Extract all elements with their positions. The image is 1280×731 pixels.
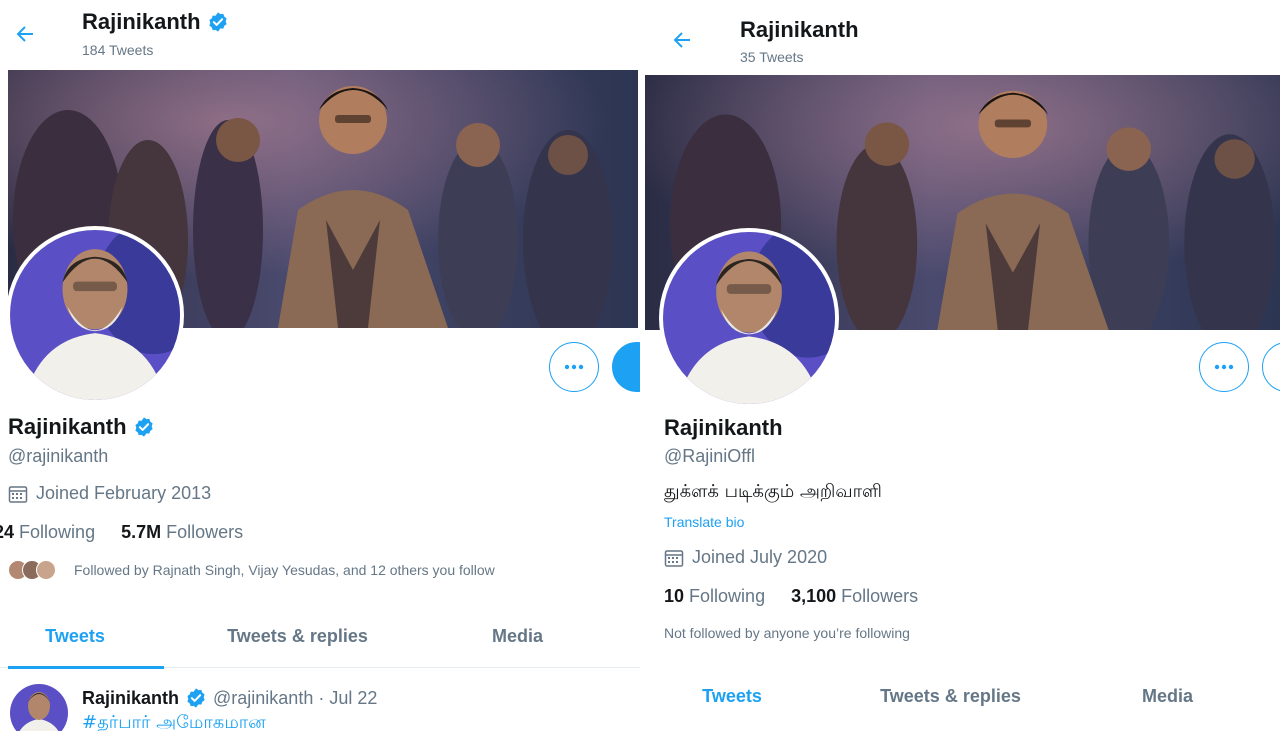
tab-tweets[interactable]: Tweets — [10, 626, 140, 647]
avatar-image — [10, 230, 180, 400]
tab-tweets-and-replies[interactable]: Tweets & replies — [863, 686, 1038, 707]
tweet-author-name[interactable]: Rajinikanth — [82, 688, 179, 709]
profile-header-bar: Rajinikanth 184 Tweets — [0, 0, 640, 70]
more-horizontal-icon — [564, 364, 584, 370]
header-tweet-count: 184 Tweets — [82, 42, 154, 58]
profile-stats: 10 Following 3,100 Followers — [664, 586, 918, 607]
tweet-author-avatar[interactable] — [10, 684, 68, 731]
profile-stats: 24 Following 5.7M Followers — [0, 522, 243, 543]
profile-handle: @RajiniOffl — [664, 446, 755, 466]
tweet-header: Rajinikanth @rajinikanth · Jul 22 — [82, 687, 377, 709]
followed-by-text: Followed by Rajnath Singh, Vijay Yesudas… — [74, 562, 495, 578]
profile-bio: துக்ளக் படிக்கும் அறிவாளி — [664, 481, 882, 502]
following-link[interactable]: 24 Following — [0, 522, 95, 543]
profile-avatar[interactable] — [659, 228, 839, 408]
profile-tabs: Tweets Tweets & replies Media — [0, 618, 640, 669]
back-button[interactable] — [667, 25, 697, 55]
tweet-text[interactable]: #தர்பார் அமோகமான — [82, 712, 266, 731]
following-label: Following — [19, 522, 96, 542]
profile-tabs: Tweets Tweets & replies Media — [645, 680, 1280, 730]
follow-button[interactable] — [1262, 342, 1280, 392]
active-tab-indicator — [8, 666, 164, 669]
header-name: Rajinikanth — [740, 17, 859, 42]
header-name: Rajinikanth — [82, 9, 201, 34]
tab-media[interactable]: Media — [470, 626, 565, 647]
profile-header-bar: Rajinikanth 35 Tweets — [645, 0, 1280, 70]
header-tweet-count: 35 Tweets — [740, 49, 804, 65]
followers-link[interactable]: 5.7M Followers — [121, 522, 243, 543]
calendar-icon — [664, 549, 684, 567]
avatar-image — [663, 232, 835, 404]
joined-text: Joined July 2020 — [692, 547, 828, 567]
profile-name-text: Rajinikanth — [664, 415, 783, 440]
tab-media[interactable]: Media — [1120, 686, 1215, 707]
profile-joined: Joined February 2013 — [8, 483, 211, 504]
followed-by-note[interactable]: Followed by Rajnath Singh, Vijay Yesudas… — [8, 560, 495, 580]
more-options-button[interactable] — [549, 342, 599, 392]
tweet-avatar-image — [10, 684, 68, 731]
joined-text: Joined February 2013 — [36, 483, 212, 503]
back-button[interactable] — [10, 19, 40, 49]
followed-by-note: Not followed by anyone you’re following — [664, 625, 910, 641]
arrow-left-icon — [16, 26, 33, 42]
followers-you-know-avatars — [8, 560, 56, 580]
followers-label: Followers — [841, 586, 919, 606]
verified-badge-icon — [134, 417, 153, 437]
header-title: Rajinikanth — [82, 9, 229, 35]
followers-label: Followers — [166, 522, 244, 542]
calendar-icon — [8, 485, 28, 503]
profile-panel-fake: Rajinikanth 35 Tweets Rajinikanth @Rajin… — [645, 0, 1280, 731]
header-title: Rajinikanth — [740, 17, 859, 43]
followed-by-text: Not followed by anyone you’re following — [664, 625, 910, 641]
following-link[interactable]: 10 Following — [664, 586, 765, 607]
profile-name-text: Rajinikanth — [8, 414, 127, 439]
followers-count: 5.7M — [121, 522, 162, 542]
followers-link[interactable]: 3,100 Followers — [791, 586, 918, 607]
follow-button[interactable] — [612, 342, 640, 392]
profile-name: Rajinikanth — [664, 415, 783, 441]
profile-panel-original: Rajinikanth 184 Tweets Rajinikanth @raji… — [0, 0, 640, 731]
following-count: 10 — [664, 586, 685, 606]
tweet-item[interactable]: Rajinikanth @rajinikanth · Jul 22 #தர்பா… — [0, 670, 640, 731]
profile-joined: Joined July 2020 — [664, 547, 827, 568]
profile-avatar[interactable] — [6, 226, 184, 404]
following-count: 24 — [0, 522, 15, 542]
verified-badge-icon — [187, 688, 205, 708]
tweet-meta: @rajinikanth · Jul 22 — [213, 687, 378, 708]
profile-name: Rajinikanth — [8, 414, 155, 440]
verified-badge-icon — [208, 12, 227, 32]
tab-tweets[interactable]: Tweets — [667, 686, 797, 707]
tab-tweets-and-replies[interactable]: Tweets & replies — [210, 626, 385, 647]
arrow-left-icon — [673, 32, 690, 48]
followers-count: 3,100 — [791, 586, 837, 606]
profile-handle: @rajinikanth — [8, 446, 109, 466]
more-horizontal-icon — [1214, 364, 1234, 370]
translate-bio-link[interactable]: Translate bio — [664, 514, 744, 530]
more-options-button[interactable] — [1199, 342, 1249, 392]
mini-avatar — [36, 560, 56, 580]
following-label: Following — [689, 586, 766, 606]
